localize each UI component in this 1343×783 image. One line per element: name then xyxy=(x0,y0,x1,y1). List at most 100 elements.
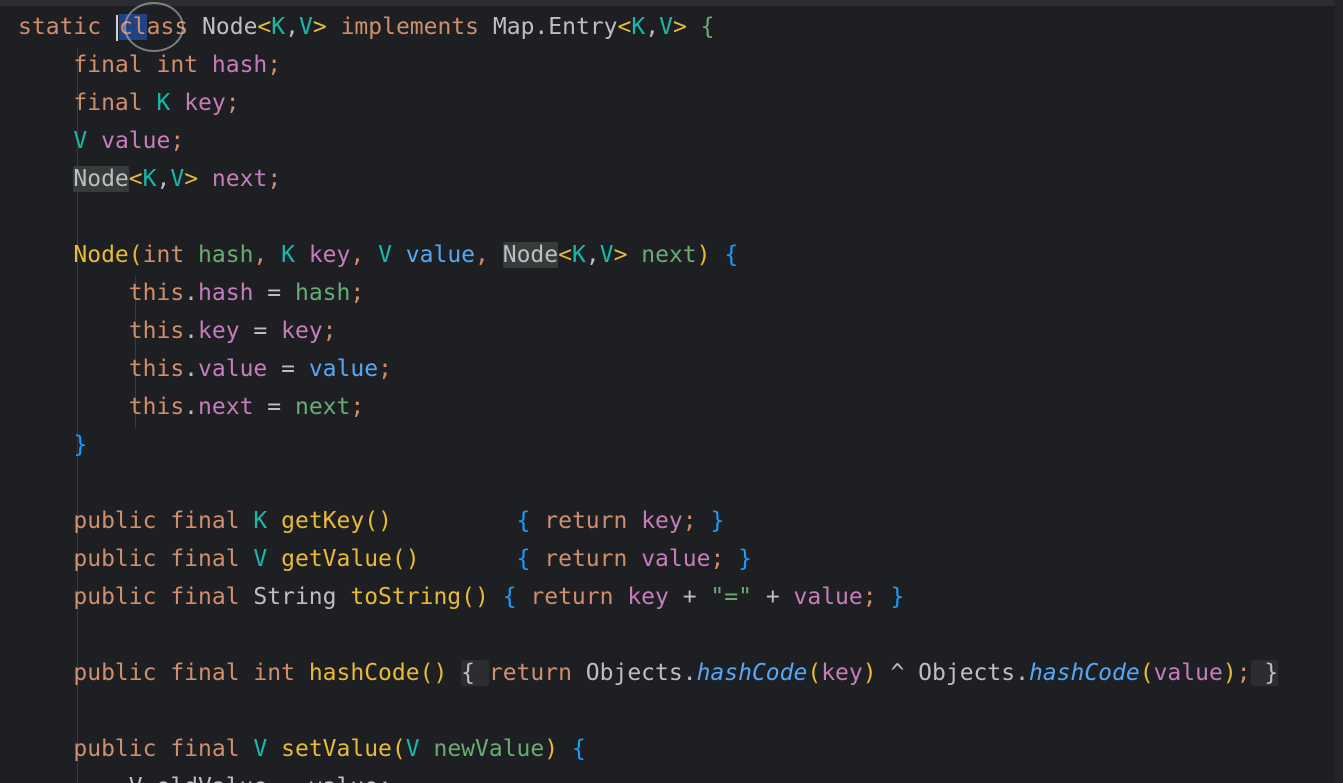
code-token: , xyxy=(350,242,379,268)
code-token: key xyxy=(281,318,323,344)
code-token: > xyxy=(672,14,701,40)
code-token: ; xyxy=(322,318,337,344)
code-token: setValue xyxy=(281,736,392,762)
code-token: + xyxy=(668,584,711,610)
code-token: Objects. xyxy=(918,660,1029,686)
code-token: this xyxy=(18,280,185,306)
vertical-scrollbar[interactable] xyxy=(1335,0,1343,783)
code-token: final xyxy=(170,508,254,534)
code-line[interactable]: this.value = value; xyxy=(18,350,392,388)
code-token: V xyxy=(253,546,282,572)
code-token: { xyxy=(516,508,545,534)
code-line[interactable]: Node(int hash, K key, V value, Node<K,V>… xyxy=(18,236,738,274)
code-token: . xyxy=(184,394,199,420)
code-line[interactable]: public final V getValue() { return value… xyxy=(18,540,752,578)
code-token: this xyxy=(18,394,185,420)
code-token: hashCode xyxy=(1028,660,1140,686)
code-token: hash xyxy=(211,52,268,78)
code-line[interactable]: V value; xyxy=(18,122,184,160)
code-token: } xyxy=(710,508,725,534)
code-line[interactable]: this.next = next; xyxy=(18,388,364,426)
code-token: String xyxy=(253,584,351,610)
code-token: , xyxy=(285,14,299,40)
code-token: ) xyxy=(696,242,725,268)
code-token: ; xyxy=(350,394,365,420)
code-line[interactable]: public final String toString() { return … xyxy=(18,578,904,616)
code-token: V xyxy=(599,242,614,268)
code-token: V xyxy=(73,128,102,154)
code-token: final xyxy=(170,584,254,610)
code-token: static xyxy=(18,14,115,40)
code-token: ( xyxy=(128,242,143,268)
code-token: value xyxy=(198,356,268,382)
code-token: V xyxy=(378,242,406,268)
code-token: "=" xyxy=(710,584,752,610)
code-token: next xyxy=(294,394,351,420)
code-line[interactable]: V oldValue = value; xyxy=(18,768,392,783)
code-token: K xyxy=(631,14,646,40)
code-token: this xyxy=(18,356,185,382)
code-token: final xyxy=(170,660,254,686)
code-editor[interactable]: static class Node<K,V> implements Map.En… xyxy=(0,0,1343,783)
code-token: K xyxy=(271,14,286,40)
code-token: . xyxy=(184,318,199,344)
code-token: hashCode xyxy=(308,660,420,686)
code-token: public xyxy=(18,546,171,572)
code-token: key xyxy=(308,242,351,268)
code-token: ) xyxy=(544,736,572,762)
code-token: value xyxy=(405,242,476,268)
code-token: , xyxy=(645,14,660,40)
code-token: { xyxy=(502,584,531,610)
code-token: Node xyxy=(73,166,129,192)
code-token: getKey xyxy=(281,508,365,534)
code-token: V xyxy=(170,166,185,192)
code-token: Node xyxy=(73,242,129,268)
code-token: V xyxy=(405,736,434,762)
code-token: { xyxy=(571,736,586,762)
code-token: return xyxy=(544,508,642,534)
code-token: V xyxy=(299,14,313,40)
code-line[interactable]: final int hash; xyxy=(18,46,281,84)
code-token: > xyxy=(184,166,212,192)
code-token: , xyxy=(253,242,282,268)
code-token: public xyxy=(18,508,171,534)
code-token: K xyxy=(142,166,157,192)
code-token: this xyxy=(18,318,185,344)
code-token: ) xyxy=(862,660,877,686)
code-line[interactable]: static class Node<K,V> implements Map.En… xyxy=(18,8,715,46)
code-token: ; xyxy=(862,584,891,610)
code-token: . xyxy=(184,356,199,382)
code-token: K xyxy=(571,242,586,268)
code-token: final xyxy=(18,52,157,78)
code-token: value xyxy=(1153,660,1223,686)
code-line[interactable]: final K key; xyxy=(18,84,239,122)
code-token: hashCode xyxy=(696,660,808,686)
text-caret xyxy=(115,14,118,41)
code-token: return xyxy=(544,546,642,572)
code-token: final xyxy=(18,90,157,116)
code-line[interactable]: this.key = key; xyxy=(18,312,337,350)
code-line[interactable]: } xyxy=(18,426,87,464)
code-line[interactable]: this.hash = hash; xyxy=(18,274,364,312)
code-line[interactable]: public final K getKey() { return key; } xyxy=(18,502,724,540)
code-token: newValue xyxy=(433,736,545,762)
code-line[interactable]: Node<K,V> next; xyxy=(18,160,281,198)
code-token: key xyxy=(198,318,240,344)
code-token: = xyxy=(239,318,282,344)
code-token: public xyxy=(18,660,171,686)
code-token: return xyxy=(530,584,628,610)
code-line[interactable]: public final V setValue(V newValue) { xyxy=(18,730,586,768)
code-token: final xyxy=(170,546,254,572)
code-token: cl xyxy=(118,14,147,40)
code-token: toString xyxy=(350,584,462,610)
code-token: int xyxy=(156,52,212,78)
code-token: () xyxy=(419,660,462,686)
code-token: key xyxy=(641,508,683,534)
code-token: ; xyxy=(1236,660,1251,686)
code-line[interactable]: public final int hashCode() { return Obj… xyxy=(18,654,1279,692)
code-token: . xyxy=(184,280,199,306)
code-token: = xyxy=(267,356,309,382)
